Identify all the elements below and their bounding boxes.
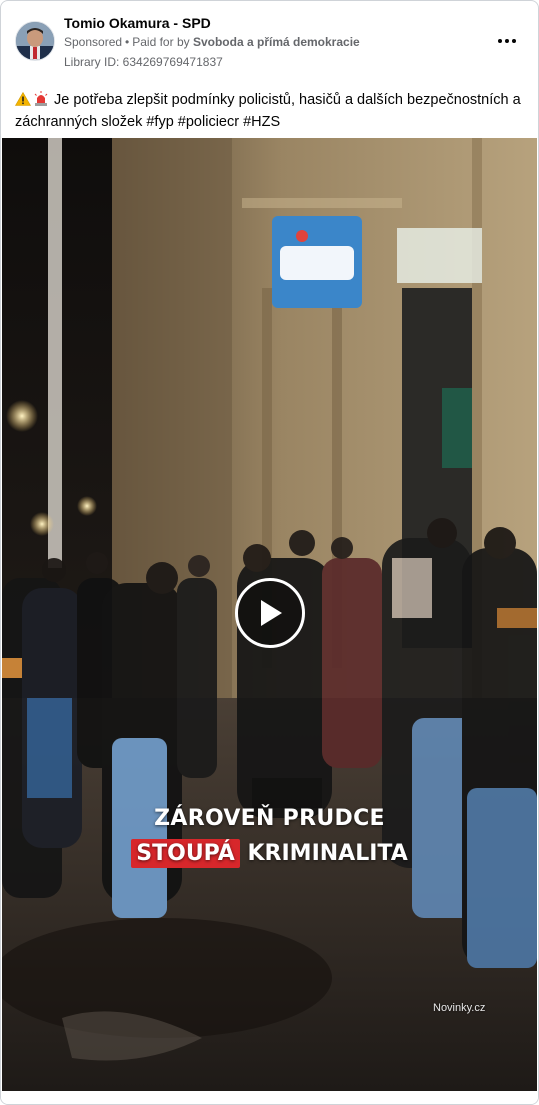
post-text-block: Je potřeba zlepšit podmínky policistů, h… [15, 89, 525, 133]
paid-for-prefix: Paid for by [132, 35, 190, 49]
post-header: Tomio Okamura - SPD Sponsored • Paid for b… [1, 1, 538, 81]
card-footer [1, 1091, 538, 1104]
play-icon[interactable] [235, 578, 305, 648]
video-watermark: Novinky.cz [433, 1002, 486, 1014]
page-avatar[interactable] [15, 21, 55, 61]
video-caption-line2: STOUPÁ KRIMINALITA [2, 839, 537, 868]
video-player[interactable]: ZÁROVEŇ PRUDCE STOUPÁ KRIMINALITA Novink… [2, 138, 537, 1091]
library-id: Library ID: 634269769471837 [64, 55, 223, 69]
avatar-photo [16, 22, 54, 60]
paid-for-by[interactable]: Svoboda a přímá demokracie [193, 35, 360, 49]
post-text: Je potřeba zlepšit podmínky policistů, h… [15, 92, 521, 130]
video-caption-line1: ZÁROVEŇ PRUDCE [154, 806, 385, 831]
caption-rest: KRIMINALITA [247, 841, 408, 866]
play-triangle [261, 600, 282, 626]
sponsored-label: Sponsored [64, 35, 123, 49]
ad-card: Tomio Okamura - SPD Sponsored • Paid for b… [0, 0, 539, 1105]
warning-icon [15, 92, 31, 106]
page-name[interactable]: Tomio Okamura - SPD [64, 15, 211, 31]
sponsored-line: Sponsored • Paid for by Svoboda a přímá de… [64, 35, 360, 49]
caption-highlight: STOUPÁ [131, 839, 240, 868]
more-options-icon[interactable] [493, 27, 521, 55]
police-light-icon [34, 91, 48, 106]
